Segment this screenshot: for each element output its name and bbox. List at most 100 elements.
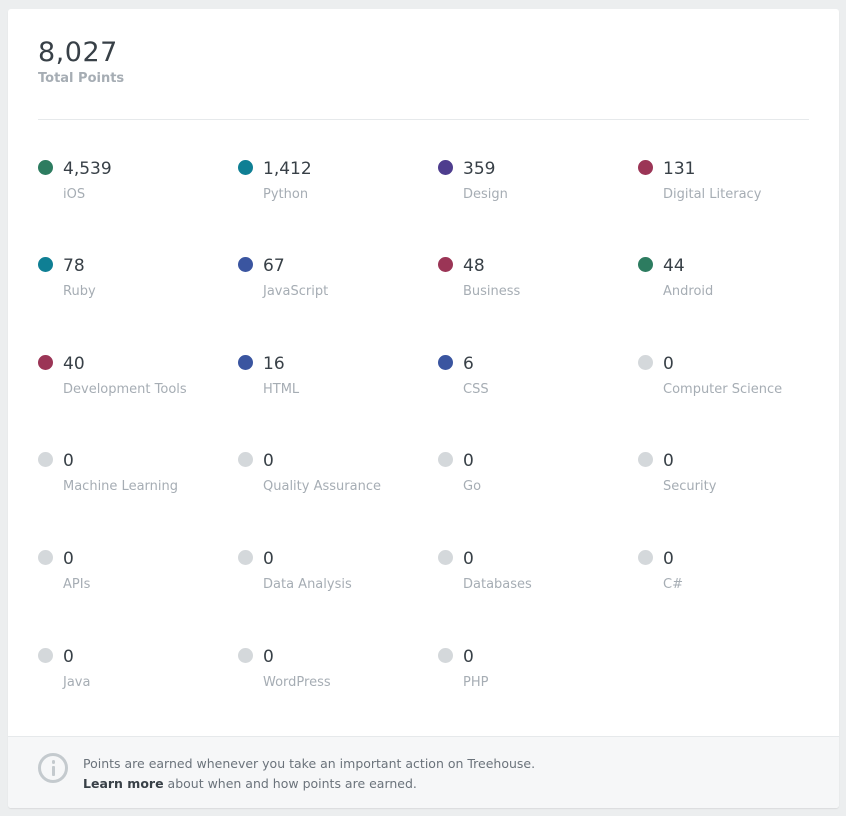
topic-color-dot bbox=[38, 160, 53, 175]
topic-item: 0 Machine Learning bbox=[38, 451, 228, 511]
total-points: 8,027 Total Points bbox=[38, 36, 124, 87]
topic-color-dot bbox=[638, 160, 653, 175]
topic-name: HTML bbox=[263, 382, 300, 397]
topic-color-dot bbox=[38, 355, 53, 370]
topic-color-dot bbox=[438, 550, 453, 565]
topic-points: 131 bbox=[663, 159, 696, 179]
topic-color-dot bbox=[238, 452, 253, 467]
topic-points: 4,539 bbox=[63, 159, 112, 179]
topic-name: iOS bbox=[63, 187, 86, 202]
topic-item: 1,412 Python bbox=[238, 159, 428, 219]
topic-color-dot bbox=[238, 648, 253, 663]
topic-name: PHP bbox=[463, 675, 489, 690]
divider bbox=[38, 119, 809, 120]
topic-item: 0 Security bbox=[638, 451, 828, 511]
topic-name: Business bbox=[463, 284, 521, 299]
topic-color-dot bbox=[438, 355, 453, 370]
topic-points: 0 bbox=[63, 647, 74, 667]
topic-color-dot bbox=[438, 648, 453, 663]
topic-points: 0 bbox=[263, 647, 274, 667]
topic-points: 0 bbox=[63, 549, 74, 569]
topic-name: APIs bbox=[63, 577, 91, 592]
topic-item: 359 Design bbox=[438, 159, 628, 219]
topic-item: 16 HTML bbox=[238, 354, 428, 414]
topic-color-dot bbox=[638, 550, 653, 565]
topic-item: 6 CSS bbox=[438, 354, 628, 414]
topic-item: 44 Android bbox=[638, 256, 828, 316]
topic-item: 67 JavaScript bbox=[238, 256, 428, 316]
topic-name: WordPress bbox=[263, 675, 331, 690]
topic-points: 0 bbox=[263, 549, 274, 569]
topic-name: Ruby bbox=[63, 284, 96, 299]
topic-item: 0 Data Analysis bbox=[238, 549, 428, 609]
topic-color-dot bbox=[238, 257, 253, 272]
topic-color-dot bbox=[238, 355, 253, 370]
topic-color-dot bbox=[38, 648, 53, 663]
topic-points: 0 bbox=[63, 451, 74, 471]
topic-color-dot bbox=[438, 160, 453, 175]
topic-name: CSS bbox=[463, 382, 489, 397]
topic-points: 359 bbox=[463, 159, 496, 179]
topic-color-dot bbox=[238, 550, 253, 565]
topic-color-dot bbox=[238, 160, 253, 175]
topic-color-dot bbox=[638, 452, 653, 467]
topic-color-dot bbox=[38, 550, 53, 565]
topic-item: 0 Quality Assurance bbox=[238, 451, 428, 511]
points-card: 8,027 Total Points 4,539 iOS 1,412 Python 35… bbox=[8, 9, 839, 808]
points-info-line1: Points are earned whenever you take an i… bbox=[83, 756, 536, 771]
total-points-label: Total Points bbox=[38, 71, 125, 86]
topic-points: 0 bbox=[663, 549, 674, 569]
topic-points: 1,412 bbox=[263, 159, 312, 179]
topic-points: 6 bbox=[463, 354, 474, 374]
topic-name: Python bbox=[263, 187, 309, 202]
topic-item: 4,539 iOS bbox=[38, 159, 228, 219]
topic-name: Go bbox=[463, 479, 482, 494]
topic-name: Android bbox=[663, 284, 714, 299]
topic-item: 0 APIs bbox=[38, 549, 228, 609]
topic-points: 16 bbox=[263, 354, 285, 374]
topic-color-dot bbox=[638, 257, 653, 272]
topic-item: 40 Development Tools bbox=[38, 354, 228, 414]
topic-color-dot bbox=[638, 355, 653, 370]
topic-color-dot bbox=[38, 257, 53, 272]
topic-points: 0 bbox=[663, 354, 674, 374]
topic-name: Design bbox=[463, 187, 508, 202]
topic-name: Data Analysis bbox=[263, 577, 352, 592]
topic-points: 78 bbox=[63, 256, 85, 276]
topic-points: 0 bbox=[463, 451, 474, 471]
topic-points: 0 bbox=[263, 451, 274, 471]
topic-item: 0 Java bbox=[38, 647, 228, 707]
topic-item: 48 Business bbox=[438, 256, 628, 316]
topic-points: 0 bbox=[663, 451, 674, 471]
topic-points: 48 bbox=[463, 256, 485, 276]
topic-name: Computer Science bbox=[663, 382, 783, 397]
topic-item: 78 Ruby bbox=[38, 256, 228, 316]
topic-item: 0 Go bbox=[438, 451, 628, 511]
topic-item: 0 Databases bbox=[438, 549, 628, 609]
info-icon bbox=[38, 753, 68, 783]
topic-points: 0 bbox=[463, 647, 474, 667]
topic-name: Development Tools bbox=[63, 382, 187, 397]
points-info-line2-rest: about when and how points are earned. bbox=[163, 776, 417, 791]
points-info-footer: Points are earned whenever you take an i… bbox=[8, 736, 839, 808]
topic-name: Digital Literacy bbox=[663, 187, 762, 202]
topic-item: 0 PHP bbox=[438, 647, 628, 707]
topic-name: JavaScript bbox=[263, 284, 329, 299]
topic-name: Databases bbox=[463, 577, 532, 592]
topic-points: 44 bbox=[663, 256, 685, 276]
learn-more-link[interactable]: Learn more bbox=[83, 776, 164, 791]
topic-item: 0 WordPress bbox=[238, 647, 428, 707]
topic-item: 0 C# bbox=[638, 549, 828, 609]
topic-name: Security bbox=[663, 479, 717, 494]
topic-item: 0 Computer Science bbox=[638, 354, 828, 414]
topic-color-dot bbox=[438, 452, 453, 467]
topic-color-dot bbox=[438, 257, 453, 272]
topic-color-dot bbox=[38, 452, 53, 467]
total-points-value: 8,027 bbox=[38, 37, 118, 68]
topic-points: 0 bbox=[463, 549, 474, 569]
topic-name: Java bbox=[63, 675, 91, 690]
topic-item: 131 Digital Literacy bbox=[638, 159, 828, 219]
points-info-text: Points are earned whenever you take an i… bbox=[83, 754, 535, 794]
topic-name: C# bbox=[663, 577, 683, 592]
topic-name: Quality Assurance bbox=[263, 479, 381, 494]
